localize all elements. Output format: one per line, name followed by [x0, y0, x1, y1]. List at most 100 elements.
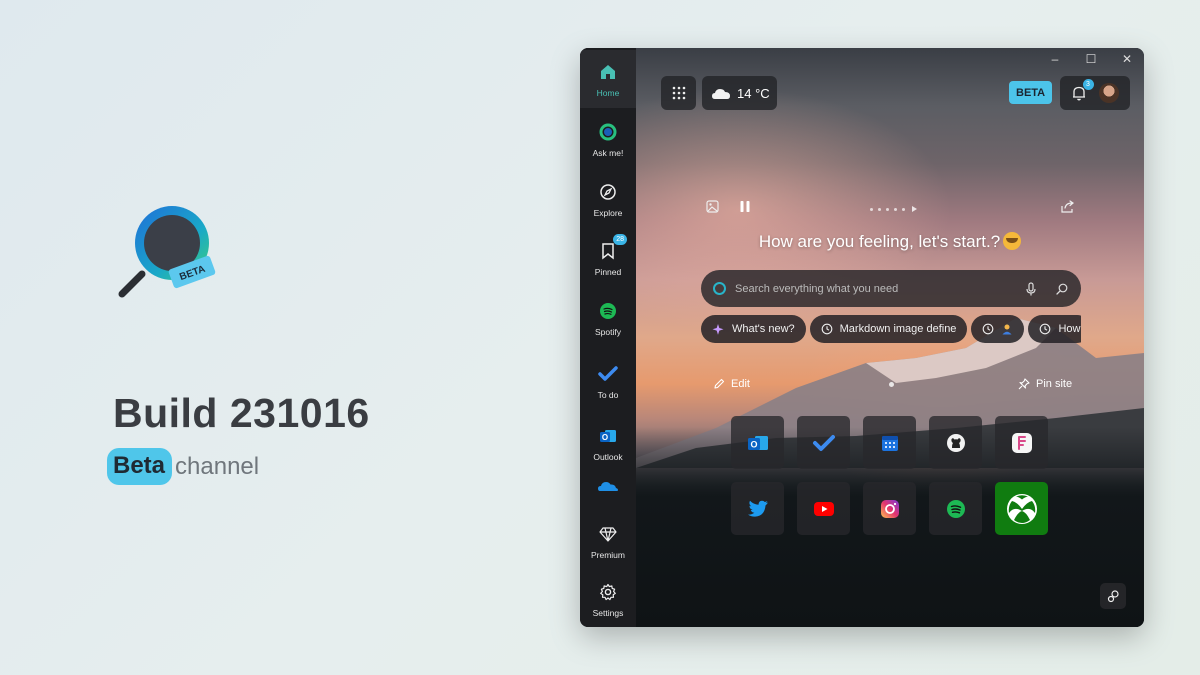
tile-github[interactable]	[929, 416, 982, 469]
avatar[interactable]	[1098, 83, 1119, 103]
greeting-label: How are you feeling, let's start.?	[758, 232, 1001, 251]
share-icon[interactable]	[1061, 200, 1075, 218]
app-icon	[1011, 432, 1032, 453]
weather-temperature: 14 °C	[737, 85, 770, 101]
search-bar[interactable]: Search everything what you need	[701, 270, 1081, 307]
todo-icon	[597, 363, 619, 385]
account-area: 3	[1060, 76, 1130, 110]
spotify-icon	[597, 300, 619, 322]
search-input[interactable]: Search everything what you need	[735, 283, 1007, 295]
tile-app[interactable]	[995, 416, 1048, 469]
sidebar-item-outlook[interactable]: O Outlook	[580, 414, 636, 472]
tile-instagram[interactable]	[863, 482, 916, 535]
twitter-icon	[747, 500, 768, 517]
sidebar-item-pinned[interactable]: 28 Pinned	[580, 229, 636, 287]
tile-todo[interactable]	[797, 416, 850, 469]
svg-text:O: O	[602, 433, 608, 442]
spotify-icon	[946, 499, 965, 518]
close-button[interactable]: ✕	[1120, 52, 1134, 66]
chip-label: What's new?	[732, 323, 795, 335]
app-logo: BETA	[118, 206, 216, 298]
maximize-button[interactable]: ☐	[1084, 52, 1098, 66]
instagram-icon	[880, 499, 899, 518]
github-icon	[946, 433, 965, 452]
image-icon[interactable]	[706, 200, 719, 218]
tile-spotify[interactable]	[929, 482, 982, 535]
new-tab-area: – ☐ ✕ 14 °C BETA 3 How are you feeling, …	[636, 48, 1144, 627]
sidebar-label: To do	[597, 389, 619, 400]
search-logo-icon	[713, 282, 726, 295]
pin-site-button[interactable]: Pin site	[1018, 378, 1072, 390]
weather-widget[interactable]: 14 °C	[702, 76, 777, 110]
app-window: Home Ask me! Explore 28 Pinned Spotify T…	[580, 48, 1144, 627]
wallpaper-controls	[706, 200, 1076, 216]
person-emoji-icon	[1002, 324, 1012, 335]
notification-count-badge: 3	[1082, 79, 1094, 90]
sidebar-label: Spotify	[595, 326, 621, 337]
tile-youtube[interactable]	[797, 482, 850, 535]
sidebar-label: Ask me!	[592, 147, 624, 158]
sidebar-label: Premium	[590, 549, 625, 560]
sidebar-item-todo[interactable]: To do	[580, 352, 636, 410]
beta-pill: Beta	[107, 448, 173, 485]
sidebar-item-ask-me[interactable]: Ask me!	[580, 110, 636, 168]
page-indicator	[889, 382, 894, 387]
home-icon	[597, 61, 619, 83]
settings-sliders-icon	[1107, 590, 1119, 603]
svg-text:O: O	[750, 439, 757, 449]
history-icon	[821, 323, 832, 335]
sidebar-label: Explore	[593, 207, 623, 218]
sidebar-label: Home	[596, 87, 620, 98]
slide-indicator	[870, 206, 917, 212]
gear-icon	[597, 581, 619, 603]
todo-icon	[812, 434, 835, 451]
pause-icon[interactable]	[739, 200, 751, 218]
chip-history-person[interactable]	[971, 315, 1025, 343]
pin-icon	[1018, 378, 1030, 390]
beta-badge: BETA	[1009, 81, 1053, 104]
sparkle-icon	[712, 323, 724, 335]
history-icon	[1040, 323, 1051, 335]
sidebar-item-premium[interactable]: Premium	[580, 512, 636, 570]
greeting-text: How are you feeling, let's start.?	[636, 232, 1144, 252]
chip-label: How	[1058, 323, 1081, 335]
sidebar-item-home[interactable]: Home	[580, 50, 636, 108]
onedrive-icon	[597, 475, 619, 497]
xbox-icon	[1006, 493, 1037, 524]
compass-icon	[597, 181, 619, 203]
sidebar: Home Ask me! Explore 28 Pinned Spotify T…	[580, 48, 636, 627]
tile-twitter[interactable]	[731, 482, 784, 535]
edit-button[interactable]: Edit	[713, 378, 750, 390]
chip-history[interactable]: Markdown image define	[809, 315, 968, 343]
suggestion-chips: What's new? Markdown image define How	[701, 315, 1081, 343]
edit-label: Edit	[731, 378, 750, 390]
emoji-icon	[1003, 232, 1022, 250]
sidebar-label: Settings	[592, 607, 624, 618]
microphone-icon[interactable]	[1024, 281, 1038, 296]
history-icon	[983, 323, 994, 335]
minimize-button[interactable]: –	[1048, 52, 1062, 66]
diamond-icon	[597, 523, 619, 545]
tile-calendar[interactable]	[863, 416, 916, 469]
sidebar-item-settings[interactable]: Settings	[580, 570, 636, 627]
sidebar-item-spotify[interactable]: Spotify	[580, 289, 636, 347]
search-icon[interactable]	[1055, 282, 1069, 296]
sidebar-label: Outlook	[593, 451, 623, 462]
chip-history-how[interactable]: How	[1028, 315, 1081, 343]
chip-label: Markdown image define	[839, 323, 957, 335]
sidebar-item-explore[interactable]: Explore	[580, 170, 636, 228]
pin-site-label: Pin site	[1036, 378, 1073, 390]
quick-links-grid: O	[731, 416, 1049, 535]
copilot-icon	[597, 121, 619, 143]
build-title: Build 231016	[113, 390, 370, 436]
tile-outlook[interactable]: O	[731, 416, 784, 469]
apps-launcher-button[interactable]	[661, 76, 696, 110]
tile-xbox[interactable]	[995, 482, 1048, 535]
customize-button[interactable]	[1100, 583, 1126, 609]
grid-icon	[672, 86, 685, 100]
calendar-icon	[881, 435, 898, 451]
notifications-button[interactable]: 3	[1072, 79, 1094, 101]
chip-whats-new[interactable]: What's new?	[701, 315, 806, 343]
youtube-icon	[813, 501, 834, 516]
sidebar-item-onedrive[interactable]	[580, 466, 636, 510]
